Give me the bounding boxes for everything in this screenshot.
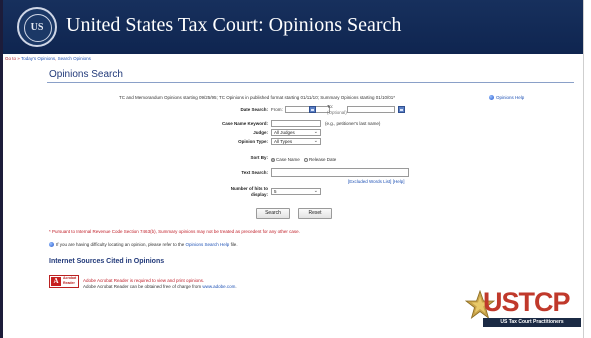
case-name-hint: (e.g., petitioner's last name) <box>325 121 381 126</box>
adobe-icon: A <box>51 277 61 286</box>
judge-label: Judge: <box>253 130 268 135</box>
site-header: US United States Tax Court: Opinions Sea… <box>3 0 583 54</box>
page-title: Opinions Search <box>49 69 123 80</box>
info-bullet-icon <box>49 242 54 248</box>
sort-release-date-radio[interactable] <box>304 157 309 162</box>
site-title: United States Tax Court: Opinions Search <box>66 14 402 36</box>
sort-options: Case Name Release Date <box>271 157 336 162</box>
opinion-type-selected-value: All Types <box>274 139 293 144</box>
ustcp-logo: USTCP US Tax Court Practitioners <box>465 287 583 330</box>
opinion-type-select[interactable]: All Types ⌄ <box>271 138 321 145</box>
breadcrumb-todays-opinions-link[interactable]: Today's Opinions <box>21 56 55 61</box>
chevron-down-icon: ⌄ <box>313 129 318 135</box>
sort-case-name-label: Case Name <box>276 157 300 162</box>
help-bullet-icon <box>489 95 494 101</box>
breadcrumb-search-opinions-link[interactable]: Search Opinions <box>58 56 91 61</box>
text-search-label: Text Search: <box>241 170 268 175</box>
hits-select[interactable]: 5 ⌄ <box>271 188 321 195</box>
sort-by-label: Sort By: <box>250 155 268 160</box>
chevron-down-icon: ⌄ <box>313 138 318 144</box>
tax-court-seal-icon: US <box>17 7 57 47</box>
text-search-help-link[interactable]: [Help] <box>393 179 405 184</box>
breadcrumb: Go to » Today's Opinions, Search Opinion… <box>5 56 91 61</box>
help-note-suffix: file. <box>230 242 238 247</box>
summary-precedent-note: * Pursuant to Internal Revenue Code Sect… <box>49 229 300 234</box>
acrobat-reader-badge[interactable]: A Acrobat Reader <box>49 275 79 288</box>
breadcrumb-separator: » <box>17 56 20 61</box>
sort-release-date-label: Release Date <box>309 157 337 162</box>
case-name-input[interactable] <box>271 120 321 127</box>
opinion-type-label: Opinion Type: <box>238 139 268 144</box>
from-label: From: <box>271 107 283 112</box>
acrobat-download-prefix: Adobe Acrobat Reader can be obtained fre… <box>83 284 202 289</box>
acrobat-download-note: Adobe Acrobat Reader can be obtained fre… <box>83 284 237 289</box>
search-button[interactable]: Search <box>256 208 290 219</box>
text-search-input[interactable] <box>271 168 409 177</box>
ustcp-wordmark: USTCP <box>483 287 571 317</box>
opinions-search-help-link[interactable]: Opinions Search Help <box>186 242 230 247</box>
calendar-to-icon[interactable] <box>398 106 405 113</box>
reset-button[interactable]: Reset <box>298 208 332 219</box>
acrobat-required-note: Adobe Acrobat Reader is required to view… <box>83 278 205 283</box>
acrobat-badge-line1: Acrobat <box>63 276 77 280</box>
coverage-note: TC and Memorandum Opinions starting 09/2… <box>119 95 395 100</box>
date-from-input[interactable] <box>285 106 330 113</box>
calendar-from-icon[interactable] <box>309 106 316 113</box>
to-optional-label: (Optional) <box>327 110 347 115</box>
date-search-label: Date Search: <box>240 107 268 112</box>
help-note-prefix: If you are having difficulty locating an… <box>56 242 185 247</box>
opinions-help-label: Opinions Help <box>496 95 525 100</box>
text-search-links: [Excluded Words List] [Help] <box>348 179 404 184</box>
internet-sources-heading[interactable]: Internet Sources Cited in Opinions <box>49 258 164 265</box>
opinions-help-link[interactable]: Opinions Help <box>489 95 525 101</box>
search-help-note: If you are having difficulty locating an… <box>49 242 238 248</box>
judge-select[interactable]: All Judges ⌄ <box>271 129 321 136</box>
title-divider <box>47 82 574 83</box>
acrobat-download-suffix: . <box>235 284 237 289</box>
ustcp-tagline: US Tax Court Practitioners <box>483 318 581 327</box>
hits-label-line1: Number of hits to <box>230 186 268 191</box>
acrobat-badge-line2: Reader <box>63 281 75 285</box>
to-label: To: <box>327 104 334 109</box>
date-to-input[interactable] <box>347 106 395 113</box>
case-name-label: Case Name Keyword: <box>221 121 268 126</box>
hits-selected-value: 5 <box>274 189 277 194</box>
breadcrumb-separator: , <box>55 56 57 61</box>
judge-selected-value: All Judges <box>274 130 295 135</box>
adobe-website-link[interactable]: www.adobe.com <box>202 284 235 289</box>
chevron-down-icon: ⌄ <box>313 188 318 194</box>
sort-case-name-radio[interactable] <box>271 157 275 162</box>
excluded-words-link[interactable]: [Excluded Words List] <box>348 179 391 184</box>
hits-label-line2: display: <box>250 192 268 197</box>
breadcrumb-prefix: Go to <box>5 56 17 61</box>
